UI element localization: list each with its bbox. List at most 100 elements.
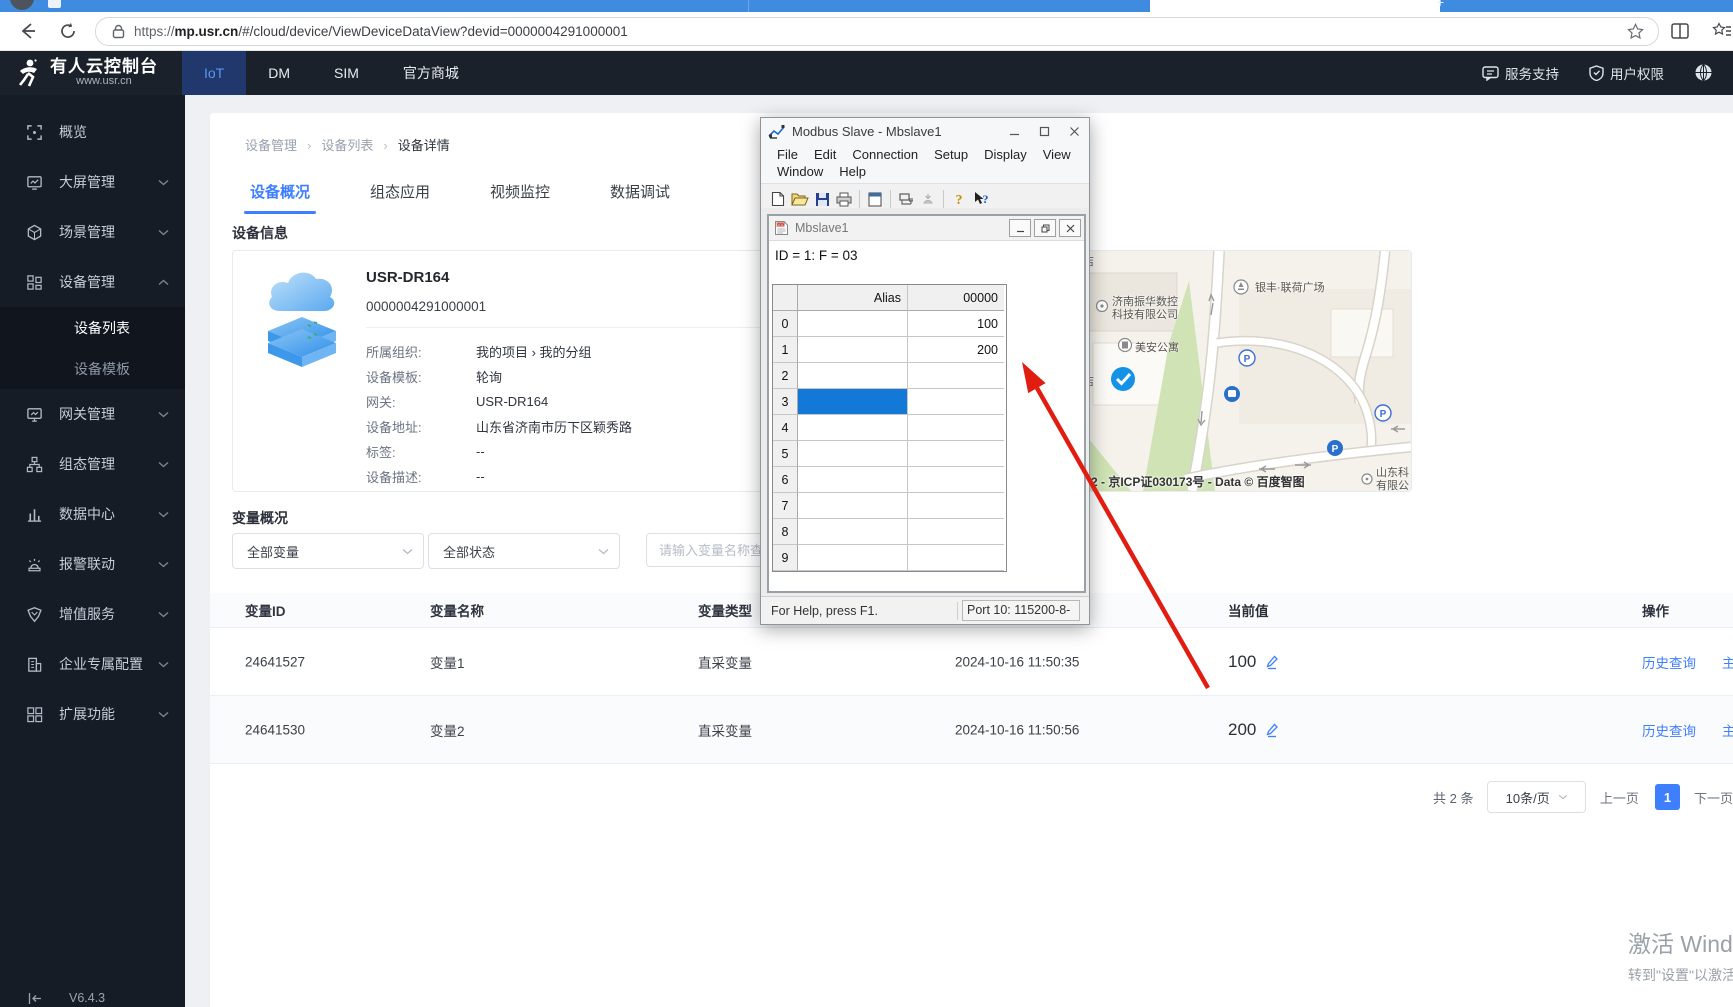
field-value: -- bbox=[476, 444, 485, 459]
menu-connection[interactable]: Connection bbox=[844, 146, 926, 163]
page-tabs: 设备概况 组态应用 视频监控 数据调试 bbox=[244, 173, 724, 214]
disconnect-icon[interactable] bbox=[917, 189, 939, 209]
maximize-icon[interactable] bbox=[1029, 118, 1059, 144]
history-query-link[interactable]: 历史查询 bbox=[1642, 724, 1696, 739]
grid-row[interactable]: 4 bbox=[773, 415, 1006, 441]
menu-display[interactable]: Display bbox=[976, 146, 1035, 163]
selected-cell[interactable] bbox=[798, 389, 908, 415]
help-icon[interactable]: ? bbox=[948, 189, 970, 209]
modbus-title-bar[interactable]: Modbus Slave - Mbslave1 bbox=[761, 118, 1089, 144]
split-screen-icon[interactable] bbox=[1670, 21, 1690, 41]
menu-setup[interactable]: Setup bbox=[926, 146, 976, 163]
nav-mall[interactable]: 官方商城 bbox=[381, 50, 481, 95]
mbslave1-child-window[interactable]: DOC Mbslave1 ID = 1: F = 03 Alias 00000 bbox=[767, 214, 1086, 593]
child-close-icon[interactable] bbox=[1059, 219, 1081, 237]
menu-file[interactable]: File bbox=[769, 146, 806, 163]
refresh-icon[interactable] bbox=[58, 21, 78, 41]
tab-config-app[interactable]: 组态应用 bbox=[364, 173, 436, 214]
menu-edit[interactable]: Edit bbox=[806, 146, 844, 163]
field-label: 设备模板: bbox=[366, 370, 422, 385]
variable-status-select[interactable]: 全部状态 bbox=[428, 533, 620, 569]
breadcrumb-item[interactable]: 设备管理 bbox=[245, 138, 297, 153]
grid-row-selected[interactable]: 3 bbox=[773, 389, 1006, 415]
baidu-map[interactable]: P P P 银丰·联荷广场 济南振华数控 科技有限公司 美安公寓 店 店 山东科… bbox=[1089, 251, 1411, 491]
child-minimize-icon[interactable] bbox=[1009, 219, 1031, 237]
sidebar-item-device-mgmt[interactable]: 设备管理 bbox=[0, 257, 185, 307]
display-setup-icon[interactable] bbox=[864, 189, 886, 209]
grid-row[interactable]: 0 100 bbox=[773, 311, 1006, 337]
language-globe[interactable] bbox=[1694, 63, 1719, 82]
browser-tab-1[interactable]: USR IoT 科技物联网技✕ bbox=[85, 0, 730, 12]
back-icon[interactable] bbox=[18, 21, 38, 41]
tab-device-overview[interactable]: 设备概况 bbox=[244, 173, 317, 214]
new-file-icon[interactable] bbox=[767, 189, 789, 209]
bookmark-star-icon[interactable] bbox=[1627, 23, 1644, 40]
sidebar-item-config-mgmt[interactable]: 组态管理 bbox=[0, 439, 185, 489]
field-value: 轮询 bbox=[476, 370, 503, 385]
nav-sim[interactable]: SIM bbox=[312, 50, 381, 95]
connection-icon[interactable] bbox=[895, 189, 917, 209]
sidebar-item-device-template[interactable]: 设备模板 bbox=[0, 348, 185, 389]
active-collect-link[interactable]: 主动 bbox=[1722, 724, 1733, 739]
favorites-icon[interactable] bbox=[1712, 21, 1732, 41]
open-file-icon[interactable] bbox=[789, 189, 811, 209]
chevron-down-icon bbox=[402, 548, 413, 554]
history-query-link[interactable]: 历史查询 bbox=[1642, 656, 1696, 671]
sidebar-item-data-center[interactable]: 数据中心 bbox=[0, 489, 185, 539]
sidebar-item-extensions[interactable]: 扩展功能 bbox=[0, 689, 185, 739]
nav-iot[interactable]: IoT bbox=[182, 50, 247, 95]
print-icon[interactable] bbox=[833, 189, 855, 209]
grid-row[interactable]: 8 bbox=[773, 519, 1006, 545]
grid-row[interactable]: 1 200 bbox=[773, 337, 1006, 363]
browser-tab-active[interactable]: 有人云 bbox=[1150, 0, 1440, 12]
cell-variable-name: 变量2 bbox=[430, 723, 465, 739]
breadcrumb-item[interactable]: 设备列表 bbox=[321, 138, 373, 153]
edit-value-icon[interactable] bbox=[1264, 654, 1280, 670]
sidebar-item-alarm-linkage[interactable]: 报警联动 bbox=[0, 539, 185, 589]
modbus-slave-window[interactable]: Modbus Slave - Mbslave1 File Edit Connec… bbox=[760, 117, 1090, 625]
tab-video-monitor[interactable]: 视频监控 bbox=[484, 173, 556, 214]
nav-dm[interactable]: DM bbox=[246, 50, 312, 95]
active-collect-link[interactable]: 主动 bbox=[1722, 656, 1733, 671]
next-page-button[interactable]: 下一页 bbox=[1694, 788, 1733, 807]
sidebar-item-overview[interactable]: 概览 bbox=[0, 107, 185, 157]
save-icon[interactable] bbox=[811, 189, 833, 209]
minimize-icon[interactable] bbox=[999, 118, 1029, 144]
variable-type-select[interactable]: 全部变量 bbox=[232, 533, 424, 569]
tab-data-debug[interactable]: 数据调试 bbox=[604, 173, 676, 214]
grid-row[interactable]: 5 bbox=[773, 441, 1006, 467]
url-bar[interactable]: https://mp.usr.cn/#/cloud/device/ViewDev… bbox=[95, 17, 1659, 46]
collapse-sidebar-icon[interactable] bbox=[28, 992, 43, 1005]
prev-page-button[interactable]: 上一页 bbox=[1600, 788, 1639, 807]
app-logo[interactable]: 有人云控制台 www.usr.cn bbox=[50, 57, 158, 87]
page-number-1[interactable]: 1 bbox=[1654, 784, 1680, 810]
close-icon[interactable] bbox=[1059, 118, 1089, 144]
sidebar-item-gateway-mgmt[interactable]: 网关管理 bbox=[0, 389, 185, 439]
sidebar-item-label: 增值服务 bbox=[59, 606, 115, 622]
url-text: https://mp.usr.cn/#/cloud/device/ViewDev… bbox=[134, 24, 628, 39]
browser-tab-2[interactable]: 【用指令】USR-DR164指令集✕ bbox=[762, 0, 1132, 12]
sidebar-item-value-added[interactable]: 增值服务 bbox=[0, 589, 185, 639]
grid-row[interactable]: 6 bbox=[773, 467, 1006, 493]
sidebar-item-enterprise-config[interactable]: 企业专属配置 bbox=[0, 639, 185, 689]
grid-row[interactable]: 7 bbox=[773, 493, 1006, 519]
sidebar-item-device-list[interactable]: 设备列表 bbox=[0, 307, 185, 348]
sidebar-item-scene-mgmt[interactable]: 场景管理 bbox=[0, 207, 185, 257]
service-support[interactable]: 服务支持 bbox=[1482, 63, 1559, 83]
sidebar-item-screen-mgmt[interactable]: 大屏管理 bbox=[0, 157, 185, 207]
page-size-select[interactable]: 10条/页 bbox=[1487, 781, 1586, 813]
modbus-register-grid[interactable]: Alias 00000 0 100 1 200 2 3 4 5 6 7 8 9 bbox=[772, 284, 1007, 572]
user-permissions[interactable]: 用户权限 bbox=[1589, 63, 1664, 83]
grid-row[interactable]: 2 bbox=[773, 363, 1006, 389]
new-tab-icon[interactable]: + bbox=[1436, 0, 1448, 9]
grid-row[interactable]: 9 bbox=[773, 545, 1006, 571]
edit-value-icon[interactable] bbox=[1264, 722, 1280, 738]
child-restore-icon[interactable] bbox=[1034, 219, 1056, 237]
child-title-bar[interactable]: DOC Mbslave1 bbox=[769, 216, 1084, 241]
browser-profile-icon[interactable] bbox=[10, 0, 34, 10]
context-help-icon[interactable]: ? bbox=[970, 189, 992, 209]
modbus-mdi-client: DOC Mbslave1 ID = 1: F = 03 Alias 00000 bbox=[761, 208, 1089, 599]
menu-view[interactable]: View bbox=[1035, 146, 1079, 163]
menu-window[interactable]: Window bbox=[769, 163, 831, 180]
menu-help[interactable]: Help bbox=[831, 163, 874, 180]
